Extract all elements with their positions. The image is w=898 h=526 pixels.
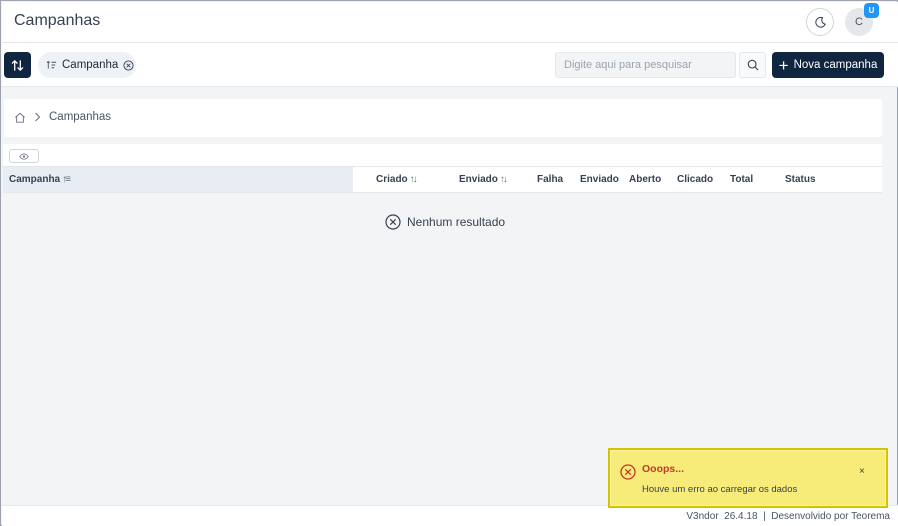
breadcrumb: Campanhas — [14, 111, 111, 123]
footer: V3ndor 26.4.18 | Desenvolvido por Teorem… — [2, 505, 898, 526]
sort-chip-label: Campanha — [62, 59, 119, 71]
footer-text: V3ndor 26.4.18 | Desenvolvido por Teorem… — [686, 511, 890, 522]
column-header-enviado[interactable]: Enviado ↑↓ — [459, 167, 508, 192]
column-label: Status — [785, 174, 816, 185]
moon-icon — [814, 16, 826, 28]
remove-chip-icon[interactable] — [123, 59, 134, 71]
column-header-status: Status — [785, 167, 816, 192]
column-label: Enviado — [580, 174, 619, 185]
column-header-aberto: Aberto — [629, 167, 661, 192]
column-header-campanha[interactable]: Campanha ↑≡ — [3, 167, 353, 192]
column-visibility-button[interactable] — [9, 149, 39, 163]
breadcrumb-current: Campanhas — [49, 111, 112, 123]
column-label: Campanha — [9, 174, 61, 185]
column-label: Total — [730, 174, 754, 185]
close-icon[interactable]: × — [859, 466, 865, 477]
column-header-falha: Falha — [537, 167, 563, 192]
plus-icon: + — [778, 55, 789, 75]
search-icon — [747, 59, 759, 71]
column-header-total: Total — [730, 167, 753, 192]
new-campaign-button[interactable]: + Nova campanha — [772, 52, 884, 78]
toast-title: Ooops... — [642, 463, 684, 475]
theme-toggle-button[interactable] — [806, 8, 834, 36]
toast-message: Houve um erro ao carregar os dados — [642, 484, 798, 495]
avatar-badge: U — [864, 3, 879, 18]
empty-state-text: Nenhum resultado — [407, 215, 506, 229]
eye-icon — [19, 152, 29, 160]
column-header-enviado-count: Enviado — [580, 167, 619, 192]
error-toast: Ooops... Houve um erro ao carregar os da… — [611, 451, 885, 505]
home-icon[interactable] — [14, 112, 26, 123]
search-button[interactable] — [739, 52, 766, 78]
sort-icon: ↑↓ — [409, 174, 418, 185]
toolbar: Campanha + Nova campanha — [2, 43, 898, 87]
column-label: Criado — [376, 174, 408, 185]
app-header: Campanhas C U — [2, 2, 898, 43]
column-label: Enviado — [459, 174, 498, 185]
sort-arrows-icon — [11, 59, 24, 71]
sort-icon: ↑↓ — [499, 174, 508, 185]
new-campaign-label: Nova campanha — [793, 59, 878, 71]
chevron-right-icon — [35, 112, 41, 122]
table-header: Campanha ↑≡ Criado ↑↓ Enviado ↑↓ Falha E… — [3, 166, 882, 193]
empty-state: Nenhum resultado — [385, 214, 505, 230]
sort-button[interactable] — [4, 52, 31, 78]
sort-asc-icon: ↑≡ — [62, 174, 71, 185]
campaigns-table: Campanha ↑≡ Criado ↑↓ Enviado ↑↓ Falha E… — [3, 144, 882, 193]
column-label: Falha — [537, 174, 564, 185]
column-header-clicado: Clicado — [677, 167, 713, 192]
sort-asc-icon — [46, 61, 57, 69]
column-label: Aberto — [629, 174, 662, 185]
error-icon — [620, 464, 636, 480]
column-label: Clicado — [677, 174, 714, 185]
search-input[interactable] — [555, 52, 736, 78]
page-title: Campanhas — [14, 12, 101, 29]
breadcrumb-card: Campanhas — [4, 99, 882, 137]
column-header-criado[interactable]: Criado ↑↓ — [376, 167, 418, 192]
sort-chip[interactable]: Campanha — [38, 52, 136, 78]
no-results-icon — [385, 214, 401, 230]
